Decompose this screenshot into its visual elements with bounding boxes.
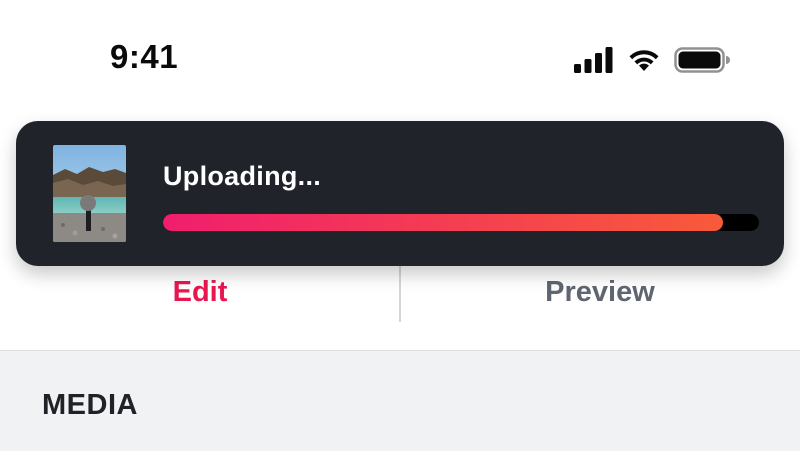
upload-progress-card: Uploading...: [16, 121, 784, 266]
status-bar: 9:41: [0, 0, 800, 110]
battery-icon: [674, 47, 730, 73]
status-icons: [574, 46, 730, 74]
upload-thumbnail: [53, 145, 126, 242]
media-section-title: MEDIA: [42, 389, 138, 421]
status-time: 9:41: [110, 38, 179, 75]
tab-preview[interactable]: Preview: [400, 258, 800, 326]
upload-progress-track: [163, 214, 759, 231]
upload-progress-fill: [163, 214, 724, 231]
media-section: MEDIA: [0, 350, 800, 451]
tab-edit[interactable]: Edit: [0, 258, 400, 326]
wifi-icon: [626, 47, 662, 73]
cellular-signal-icon: [574, 47, 614, 73]
editor-tabs: Edit Preview: [0, 258, 800, 350]
upload-status-text: Uploading...: [163, 161, 322, 191]
